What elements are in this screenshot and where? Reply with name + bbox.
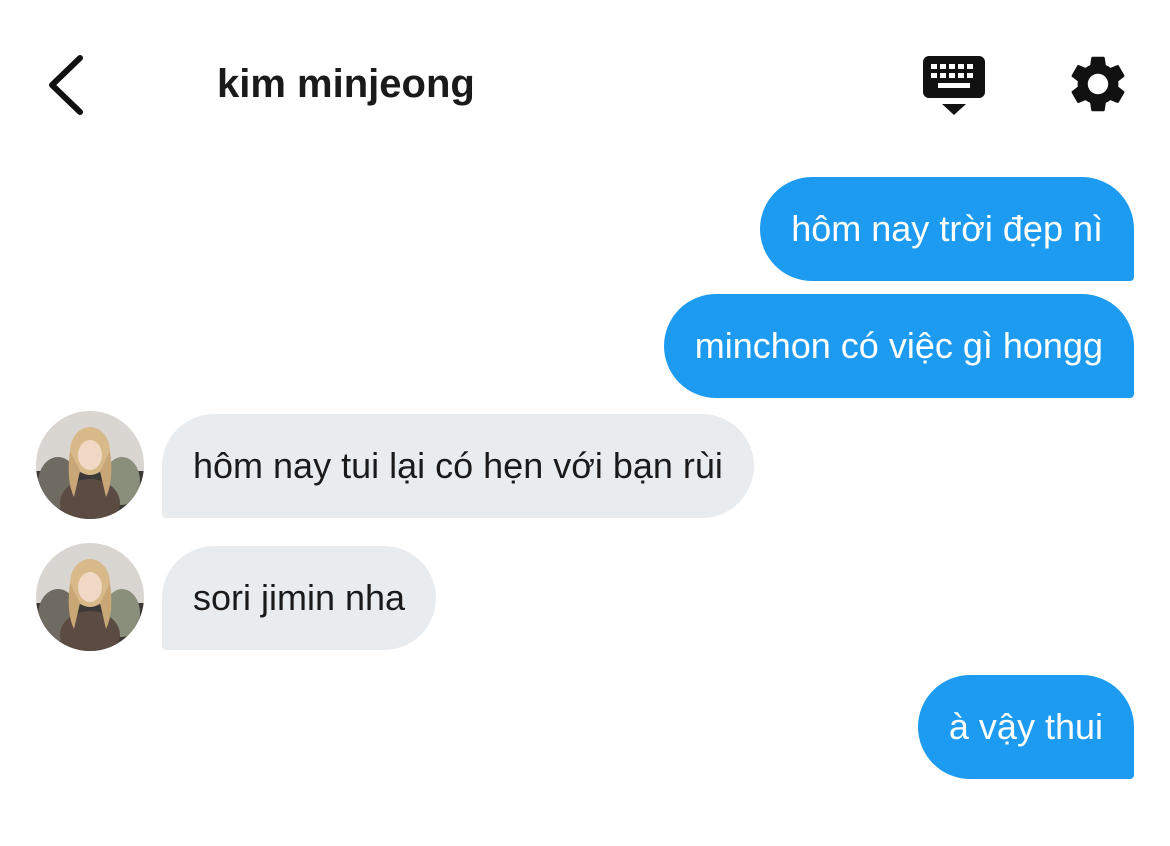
message-bubble-incoming[interactable]: sori jimin nha [162,546,437,650]
gear-icon [1071,56,1125,112]
avatar-photo [36,543,144,651]
avatar[interactable] [36,543,144,651]
message-bubble-outgoing[interactable]: à vậy thui [917,675,1134,779]
message-bubble-incoming[interactable]: hôm nay tui lại có hẹn với bạn rùi [162,414,754,518]
settings-button[interactable] [1064,50,1132,118]
keyboard-toggle-button[interactable] [918,50,990,120]
back-button[interactable] [36,46,100,124]
message-bubble-outgoing[interactable]: hôm nay trời đẹp nì [760,177,1134,281]
keyboard-hide-icon [923,56,985,115]
avatar-photo [36,411,144,519]
chat-header: kim minjeong [0,0,1170,170]
chat-title: kim minjeong [217,62,475,106]
message-bubble-outgoing[interactable]: minchon có việc gì hongg [663,294,1134,398]
avatar[interactable] [36,411,144,519]
chevron-left-icon [49,55,83,115]
